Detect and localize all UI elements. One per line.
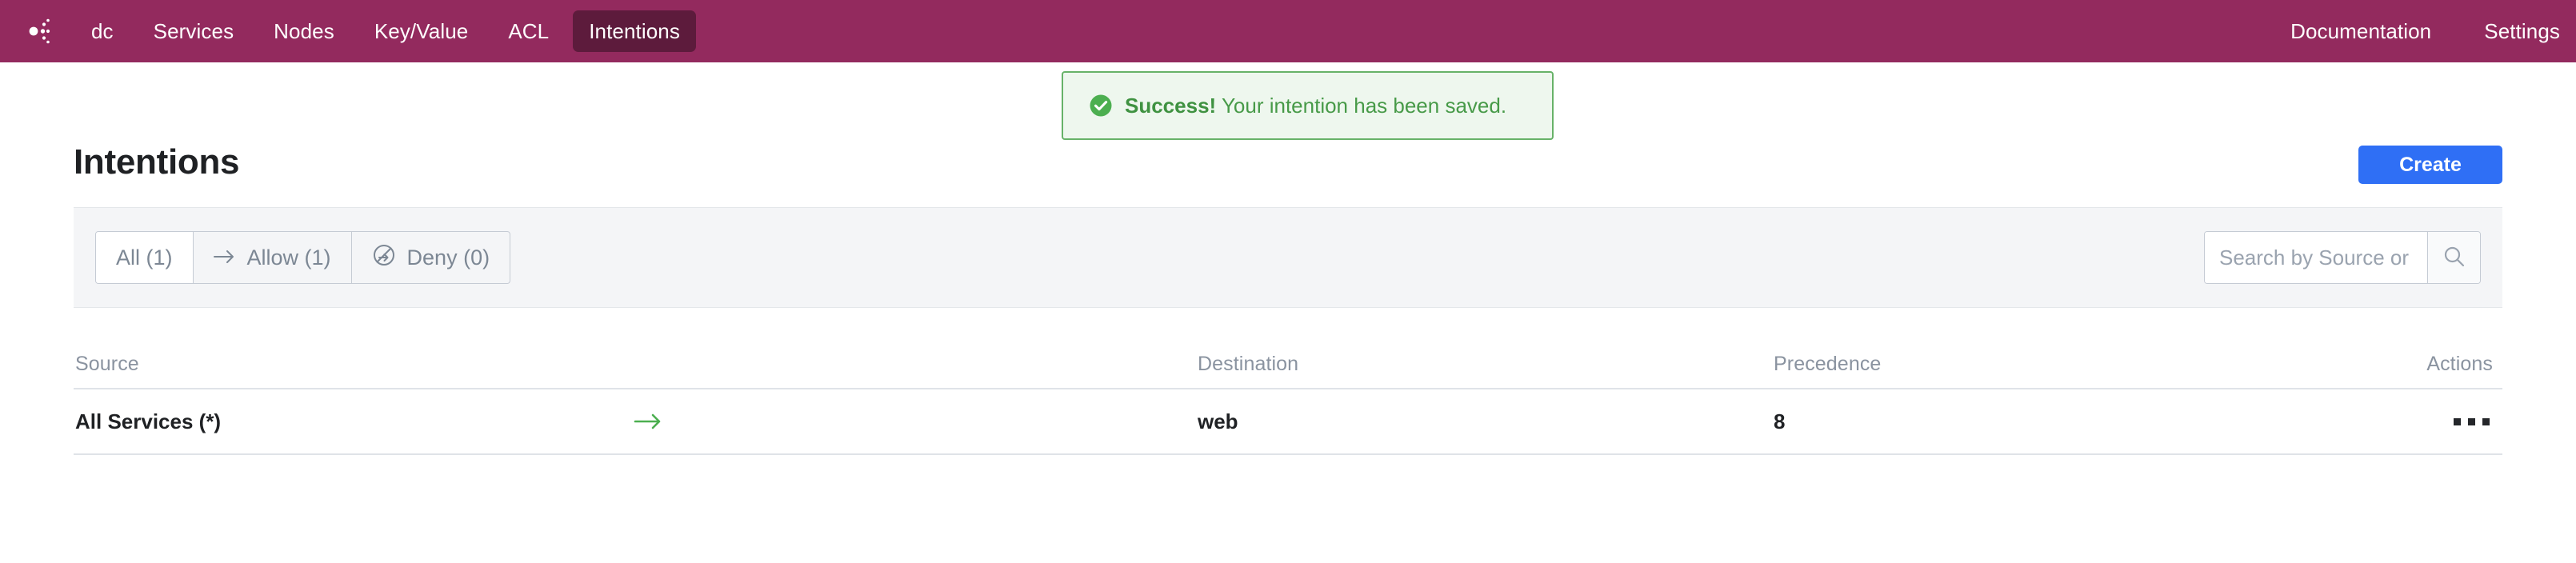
- column-header-source: Source: [75, 352, 139, 375]
- page-title: Intentions: [74, 142, 240, 182]
- intentions-table: Source Destination Precedence Actions Al…: [74, 340, 2502, 455]
- nav-item-dc[interactable]: dc: [75, 10, 130, 52]
- consul-logo-icon[interactable]: [11, 8, 58, 54]
- page-header: Intentions Create: [74, 142, 2502, 192]
- column-header-actions: Actions: [2426, 352, 2493, 375]
- search-input[interactable]: [2205, 232, 2427, 283]
- search-button[interactable]: [2427, 232, 2480, 283]
- no-entry-arrow-icon: [372, 243, 396, 273]
- success-notification: Success! Your intention has been saved.: [1062, 71, 1554, 140]
- nav-item-intentions[interactable]: Intentions: [573, 10, 696, 52]
- kebab-menu-icon[interactable]: [2450, 412, 2493, 432]
- filter-tab-all[interactable]: All (1): [96, 232, 194, 283]
- filter-tab-all-label: All (1): [116, 245, 173, 270]
- filter-tab-allow[interactable]: Allow (1): [194, 232, 352, 283]
- top-navbar: dc Services Nodes Key/Value ACL Intentio…: [0, 0, 2576, 62]
- kebab-dot: [2468, 417, 2475, 425]
- intention-filter-tabs: All (1) Allow (1) Deny (0): [95, 231, 511, 284]
- navbar-right-group: Documentation Settings: [2254, 0, 2576, 62]
- success-detail: Your intention has been saved.: [1221, 93, 1507, 118]
- search-group: [2204, 231, 2481, 284]
- kebab-dot: [2454, 417, 2461, 425]
- cell-destination: web: [1198, 409, 1238, 433]
- nav-item-documentation[interactable]: Documentation: [2274, 10, 2447, 52]
- nav-item-nodes[interactable]: Nodes: [258, 10, 350, 52]
- cell-source: All Services (*): [74, 409, 1198, 434]
- navbar-left-group: dc Services Nodes Key/Value ACL Intentio…: [0, 0, 704, 62]
- nav-item-services[interactable]: Services: [138, 10, 250, 52]
- nav-item-acl[interactable]: ACL: [492, 10, 565, 52]
- source-label: All Services (*): [75, 409, 222, 433]
- search-icon: [2442, 244, 2467, 272]
- table-row[interactable]: All Services (*) web 8: [74, 389, 2502, 455]
- check-circle-icon: [1089, 94, 1113, 118]
- nav-item-key-value[interactable]: Key/Value: [358, 10, 485, 52]
- filter-tab-allow-label: Allow (1): [246, 245, 331, 270]
- cell-actions: [2390, 412, 2502, 432]
- cell-precedence: 8: [1774, 409, 1786, 433]
- filter-tab-deny-label: Deny (0): [406, 245, 490, 270]
- filter-tab-deny[interactable]: Deny (0): [352, 232, 510, 283]
- kebab-dot: [2482, 417, 2490, 425]
- column-header-destination: Destination: [1198, 352, 1299, 375]
- column-header-precedence: Precedence: [1774, 352, 1882, 375]
- table-header-row: Source Destination Precedence Actions: [74, 340, 2502, 389]
- success-label: Success!: [1125, 93, 1217, 118]
- create-button[interactable]: Create: [2358, 146, 2502, 184]
- success-message: Success! Your intention has been saved.: [1125, 94, 1506, 118]
- filter-toolbar: All (1) Allow (1) Deny (0): [74, 207, 2502, 308]
- arrow-right-icon: [634, 412, 664, 431]
- nav-item-settings[interactable]: Settings: [2468, 10, 2576, 52]
- arrow-right-icon: [213, 246, 236, 270]
